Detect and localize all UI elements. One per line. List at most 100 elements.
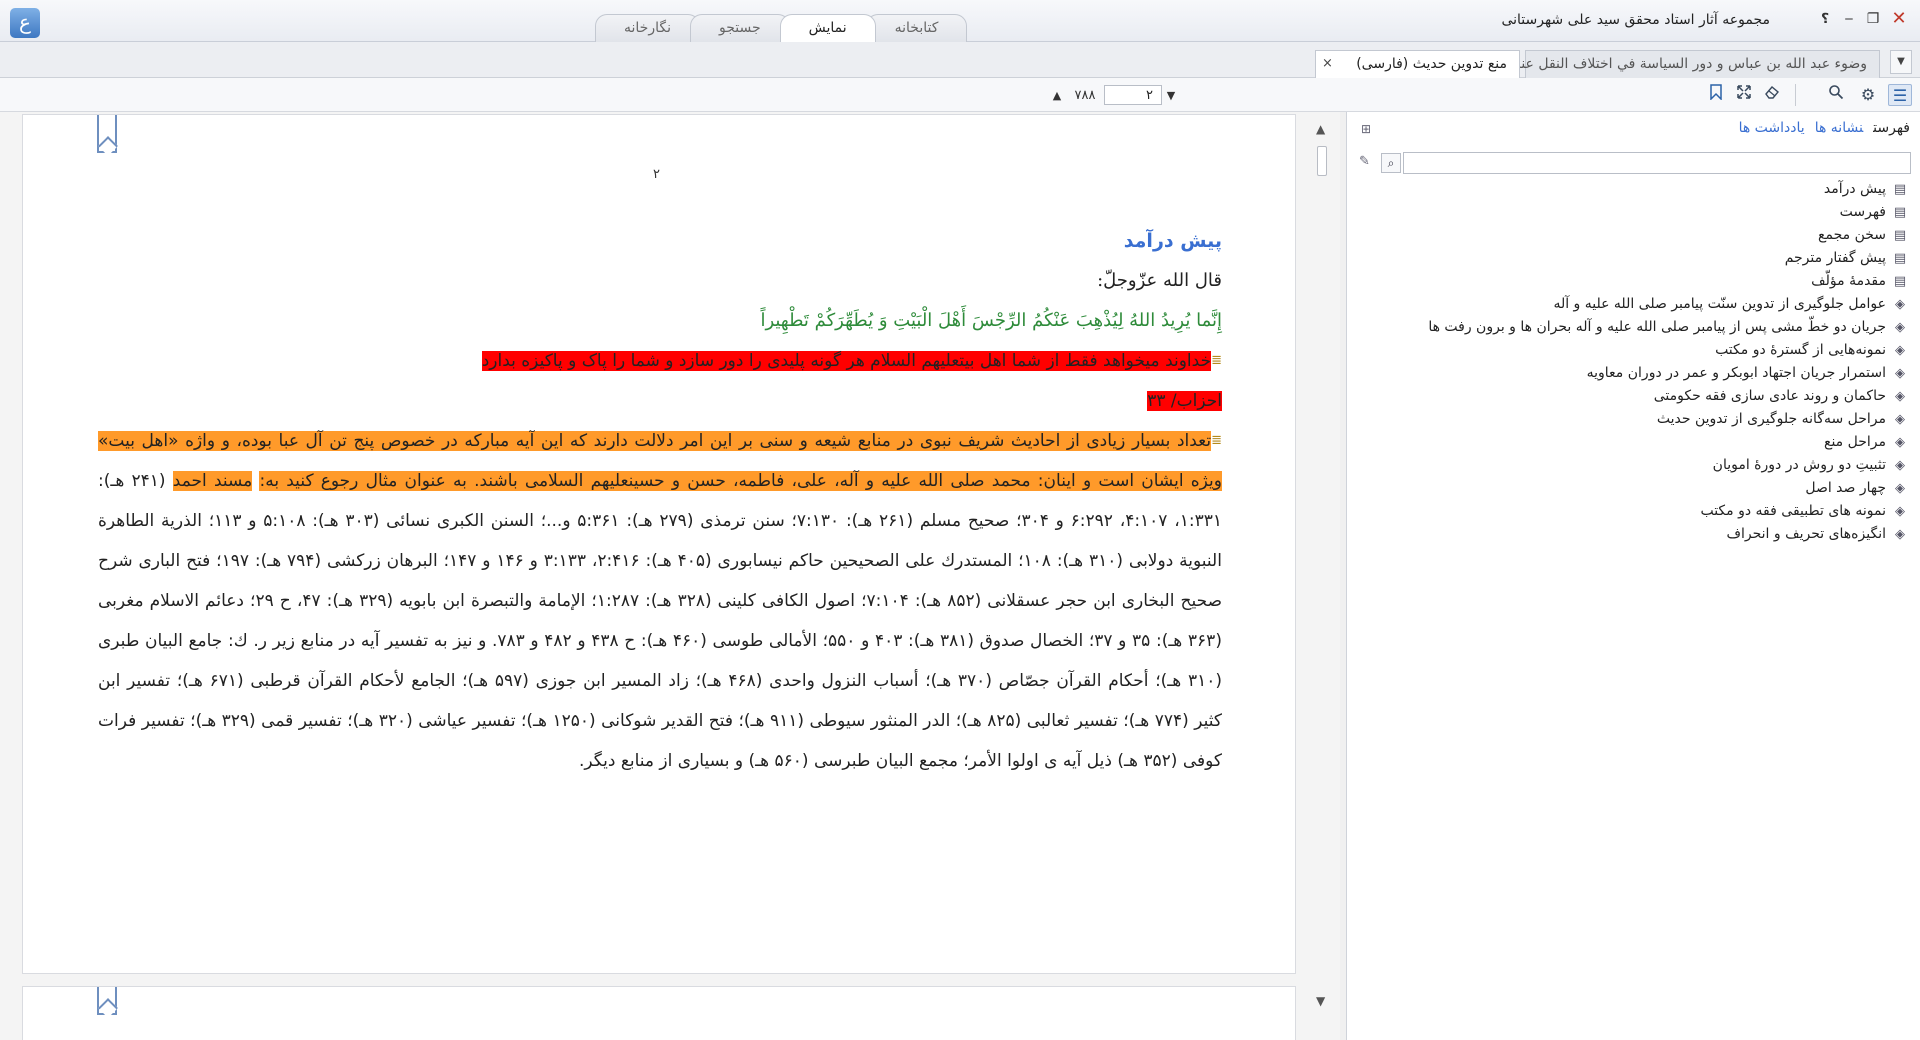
note-marker-icon[interactable]: ≣ (1211, 353, 1222, 368)
document-tabs-bar: ▼ وضوء عبد الله بن عباس و دور السياسة في… (0, 42, 1920, 78)
tab-gallery[interactable]: نگارخانه (595, 14, 700, 42)
stack-icon: ◈ (1895, 527, 1905, 542)
toc-item-label: مراحل سه‌گانه جلوگیری از تدوین حدیث (1656, 411, 1886, 427)
page-bookmark-icon[interactable] (97, 987, 117, 1015)
tab-display[interactable]: نمایش (779, 14, 876, 42)
stack-icon: ◈ (1895, 412, 1905, 427)
stack-icon: ◈ (1895, 297, 1905, 312)
stack-icon: ◈ (1895, 458, 1905, 473)
main-tabs: نگارخانه جستجو نمایش کتابخانه (595, 14, 968, 42)
toc-item-label: حاکمان و روند عادی سازی فقه حکومتی (1653, 388, 1886, 404)
list-icon[interactable]: ☰ (1888, 84, 1912, 106)
side-panel-tabs: فهرست نشانه ها یادداشت ها (1729, 120, 1910, 136)
doc-tab-man-tadwin-hadith[interactable]: منع تدوين حديث (فارسى) × (1315, 50, 1520, 78)
highlighted-reference[interactable]: احزاب/ ۳۳ (1147, 391, 1222, 411)
page-total: ۷۸۸ (1074, 87, 1096, 103)
close-button[interactable]: ✕ (1888, 9, 1910, 31)
eraser-icon[interactable] (1760, 84, 1784, 106)
highlighted-footnote[interactable]: تعداد بسیار زیادی از احادیث شریف نبوی در… (98, 431, 1222, 491)
gear-icon[interactable]: ⚙ (1856, 84, 1880, 106)
toc-item-label: پیش گفتار مترجم (1784, 250, 1886, 266)
toc-item-label: انگیزه‌های تحریف و انحراف (1726, 526, 1886, 542)
page-number-input[interactable] (1104, 85, 1162, 105)
toc-item-label: نمونه های تطبیقی فقه دو مکتب (1700, 503, 1886, 519)
toc-item[interactable]: ▤ پیش گفتار مترجم (1356, 247, 1908, 270)
note-marker-icon[interactable]: ≣ (1211, 433, 1222, 448)
page-text: پیش درآمد قال الله عزّوجلّ: إِنَّما يُرِ… (98, 221, 1222, 781)
tab-bookmarks[interactable]: نشانه ها (1815, 120, 1863, 136)
stack-icon: ◈ (1895, 435, 1905, 450)
scroll-up-icon[interactable]: ▲ (1316, 122, 1325, 136)
toc-item[interactable]: ▤ پیش درآمد (1356, 178, 1908, 201)
page-icon: ▤ (1893, 251, 1907, 266)
footnote-sources: (۲۴۱ هـ): ۱:۳۳۱، ۴:۱۰۷، ۶:۲۹۲ و ۳۰۴؛ صحي… (98, 471, 1223, 771)
toc-item-label: استمرار جریان اجتهاد ابوبکر و عمر در دور… (1586, 365, 1886, 381)
tabs-dropdown-icon[interactable]: ▼ (1890, 50, 1912, 74)
vertical-scrollbar[interactable]: ▲ ▼ (1312, 112, 1332, 1012)
search-icon[interactable] (1824, 84, 1848, 106)
next-document-page (22, 986, 1296, 1040)
previous-page-button[interactable]: ▲ (1048, 89, 1066, 102)
toc-item[interactable]: ▤ فهرست (1356, 201, 1908, 224)
reference-paragraph: احزاب/ ۳۳ (98, 381, 1222, 421)
toc-item-label: نمونه‌هایی از گسترهٔ دو مکتب (1715, 342, 1886, 358)
toc-item[interactable]: ◈ تثبیتِ دو روش در دورهٔ امویان (1356, 454, 1908, 477)
bookmark-icon[interactable] (1704, 84, 1728, 106)
toc-item[interactable]: ◈ نمونه‌هایی از گسترهٔ دو مکتب (1356, 339, 1908, 362)
close-tab-icon[interactable]: × (1322, 51, 1333, 77)
tab-search[interactable]: جستجو (689, 14, 790, 42)
toc-item[interactable]: ▤ سخن مجمع (1356, 224, 1908, 247)
page-bookmark-icon[interactable] (97, 115, 117, 153)
toc-item[interactable]: ◈ مراحل منع (1356, 431, 1908, 454)
tab-library[interactable]: کتابخانه (865, 14, 968, 42)
doc-tab-wudu-ibn-abbas[interactable]: وضوء عبد الله بن عباس و دور السياسة في ا… (1514, 50, 1880, 78)
stack-icon: ◈ (1895, 343, 1905, 358)
toc-item[interactable]: ◈ مراحل سه‌گانه جلوگیری از تدوین حدیث (1356, 408, 1908, 431)
next-page-button[interactable]: ▼ (1162, 89, 1180, 102)
page-icon: ▤ (1893, 182, 1907, 197)
window-title: مجموعه آثار استاد محقق سید علی شهرستانی (1501, 12, 1770, 28)
toc-item[interactable]: ◈ حاکمان و روند عادی سازی فقه حکومتی (1356, 385, 1908, 408)
table-of-contents: ▤ پیش درآمد ▤ فهرست ▤ سخن مجمع ▤ پیش گفتار مترج… (1356, 178, 1908, 546)
toc-item[interactable]: ◈ عوامل جلوگیری از تدوین سنّت پیامبر صلی … (1356, 293, 1908, 316)
wrench-icon[interactable]: ✎ (1359, 154, 1370, 169)
help-button[interactable]: ؟ (1814, 9, 1836, 31)
tab-notes[interactable]: یادداشت ها (1739, 120, 1805, 136)
page-number: ۲ (653, 167, 660, 182)
page-icon: ▤ (1893, 274, 1907, 289)
search-icon[interactable]: ⌕ (1381, 153, 1401, 173)
tab-index[interactable]: فهرست (1873, 120, 1910, 136)
toc-item-label: سخن مجمع (1818, 227, 1886, 243)
toc-item[interactable]: ◈ نمونه های تطبیقی فقه دو مکتب (1356, 500, 1908, 523)
maximize-button[interactable]: ❐ (1862, 9, 1884, 31)
highlighted-translation[interactable]: خداوند میخواهد فقط از شما اهل بیتعلیهم ا… (481, 351, 1212, 371)
page-navigator: ▲ ۷۸۸ ▼ (1048, 84, 1180, 106)
page-icon: ▤ (1893, 228, 1907, 243)
minimize-button[interactable]: ‒ (1838, 9, 1860, 31)
scroll-down-icon[interactable]: ▼ (1316, 994, 1325, 1008)
side-panel: فهرست نشانه ها یادداشت ها ⊞ ✎ ⌕ ▤ پیش درآمد… (1346, 112, 1920, 1040)
stack-icon: ◈ (1895, 481, 1905, 496)
toc-item[interactable]: ◈ چهار صد اصل (1356, 477, 1908, 500)
stack-icon: ◈ (1895, 366, 1905, 381)
toc-item[interactable]: ▤ مقدمهٔ مؤلّف (1356, 270, 1908, 293)
toc-item[interactable]: ◈ استمرار جریان اجتهاد ابوبکر و عمر در دو… (1356, 362, 1908, 385)
document-page: ۲ پیش درآمد قال الله عزّوجلّ: إِنَّما يُ… (22, 114, 1296, 974)
toc-item[interactable]: ◈ جریان دو خطّ مشی پس از پیامبر صلی الله … (1356, 316, 1908, 339)
toc-item-label: پیش درآمد (1823, 181, 1886, 197)
section-title: پیش درآمد (1123, 230, 1222, 252)
toc-item-label: عوامل جلوگیری از تدوین سنّت پیامبر صلی ا… (1553, 296, 1886, 312)
highlighted-source[interactable]: مسند احمد (172, 471, 253, 491)
app-window: ع نگارخانه جستجو نمایش کتابخانه مجموعه آ… (0, 0, 1920, 1040)
toc-item[interactable]: ◈ انگیزه‌های تحریف و انحراف (1356, 523, 1908, 546)
toc-search-input[interactable] (1403, 152, 1911, 174)
fullscreen-icon[interactable] (1732, 84, 1756, 106)
translation-paragraph: ≣خداوند میخواهد فقط از شما اهل بیتعلیهم … (98, 341, 1222, 381)
page-icon: ▤ (1893, 205, 1907, 220)
reading-area: ۲ پیش درآمد قال الله عزّوجلّ: إِنَّما يُ… (0, 112, 1340, 1040)
toc-item-label: چهار صد اصل (1805, 480, 1886, 496)
doc-tab-label: منع تدوين حديث (فارسى) (1356, 56, 1507, 72)
panel-toggle-icon[interactable]: ⊞ (1361, 122, 1371, 136)
quote-intro: قال الله عزّوجلّ: (1097, 270, 1222, 291)
scroll-thumb[interactable] (1317, 146, 1327, 176)
